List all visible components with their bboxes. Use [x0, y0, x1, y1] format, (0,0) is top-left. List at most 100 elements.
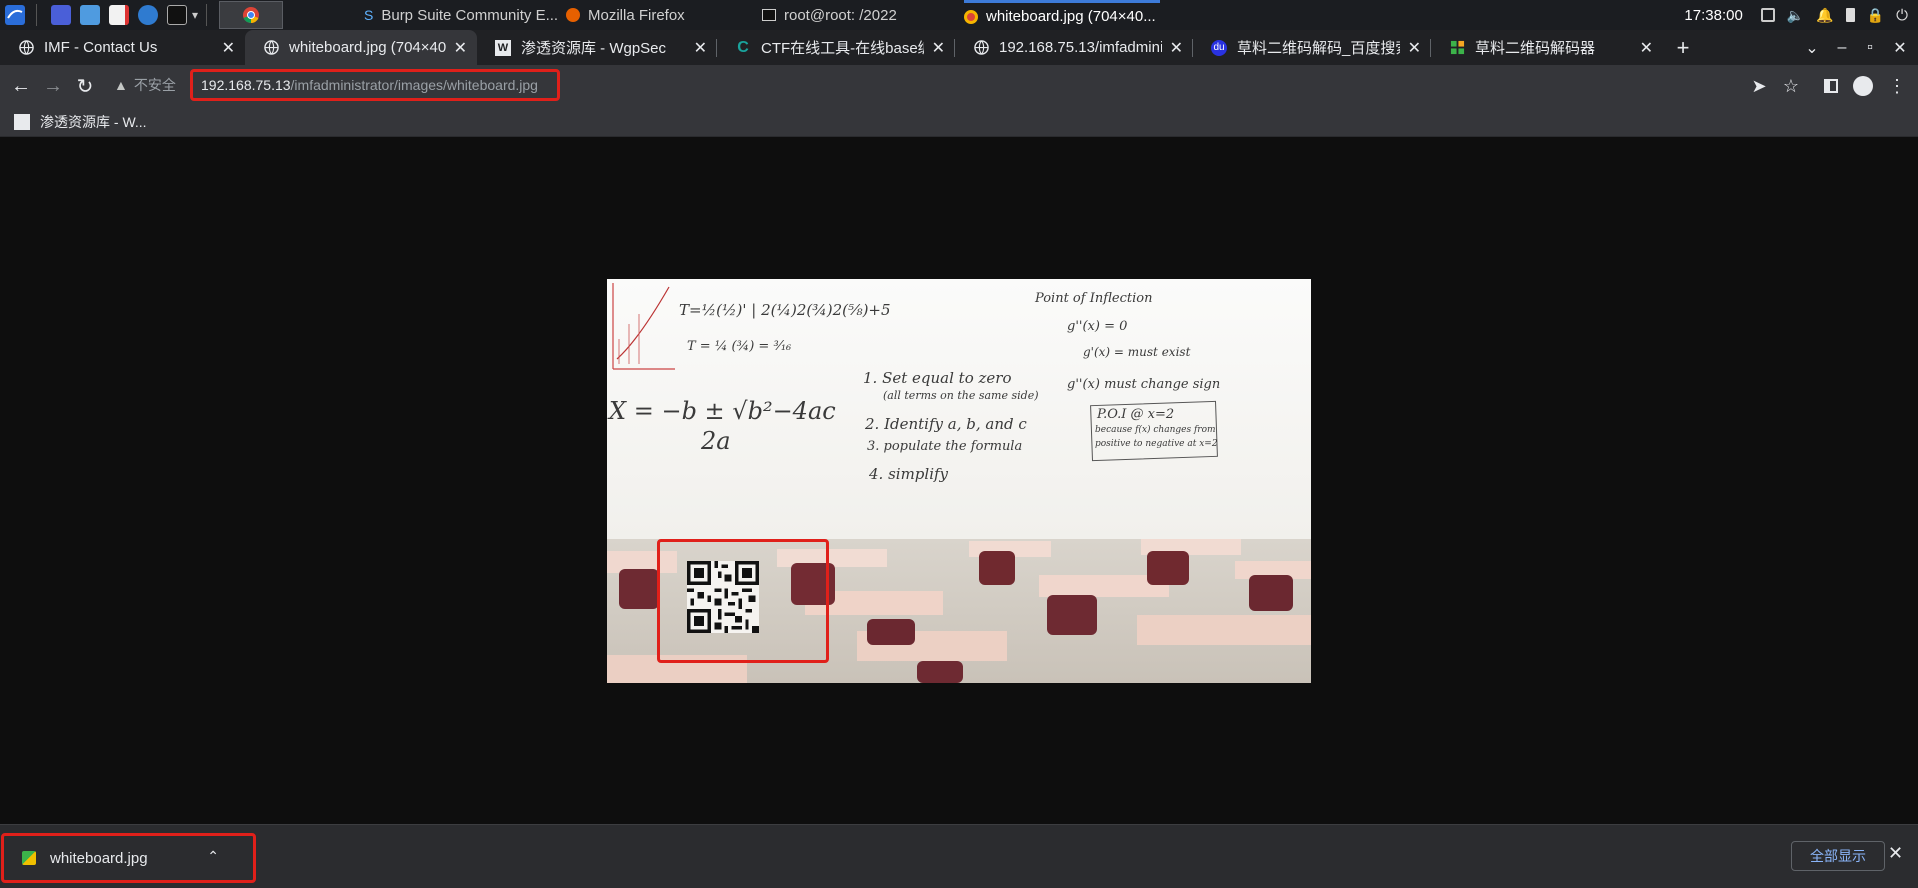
whiteboard-sketch-graph — [612, 283, 675, 370]
task-label: Mozilla Firefox — [588, 6, 685, 24]
download-shelf: whiteboard.jpg ⌃ 全部显示 ✕ — [0, 824, 1918, 888]
wb-line: 2. Identify a, b, and c — [865, 415, 1027, 433]
wb-line: g''(x) must change sign — [1067, 377, 1221, 392]
wgpsec-icon — [14, 113, 30, 130]
new-tab-button[interactable]: + — [1663, 30, 1703, 65]
wb-line: P.O.I @ x=2 — [1097, 407, 1175, 422]
wb-line: 1. Set equal to zero — [863, 369, 1012, 387]
firefox-icon — [566, 8, 580, 22]
volume-muted-icon[interactable]: 🔈 — [1787, 7, 1804, 24]
classroom-chair — [1047, 595, 1097, 635]
browser-launcher-icon[interactable] — [135, 2, 161, 28]
desktop-icon[interactable] — [48, 2, 74, 28]
image-file-icon — [22, 851, 36, 865]
wb-line: Point of Inflection — [1035, 291, 1153, 306]
wgpsec-icon: W — [495, 39, 511, 56]
clock[interactable]: 17:38:00 — [1684, 7, 1742, 24]
close-icon[interactable]: ✕ — [1170, 38, 1183, 58]
chrome-app-button[interactable] — [219, 1, 284, 29]
download-item-whiteboard[interactable]: whiteboard.jpg ⌃ — [1, 833, 256, 883]
menu-kebab-icon[interactable]: ⋮ — [1884, 73, 1910, 99]
classroom-chair — [979, 551, 1015, 585]
classroom-chair — [867, 619, 915, 645]
close-download-shelf-icon[interactable]: ✕ — [1888, 843, 1903, 864]
display-icon[interactable] — [1760, 8, 1775, 22]
task-label: root@root: /2022 — [784, 6, 897, 24]
browser-toolbar: ← → ↻ ▲ 不安全 192.168.75.13/imfadministrat… — [0, 65, 1918, 107]
task-label: Burp Suite Community E... — [381, 6, 559, 24]
tab-wgpsec[interactable]: W 渗透资源库 - WgpSec ✕ — [477, 30, 717, 65]
tab-cli-decoder[interactable]: 草料二维码解码器 ✕ — [1431, 30, 1663, 65]
side-panel-icon[interactable] — [1818, 73, 1844, 99]
window-close-icon[interactable]: ✕ — [1886, 30, 1914, 65]
burp-icon: S — [364, 7, 374, 23]
close-icon[interactable]: ✕ — [1408, 38, 1421, 58]
terminal-launcher-icon[interactable] — [164, 2, 190, 28]
show-all-downloads-button[interactable]: 全部显示 — [1791, 841, 1885, 871]
maximize-icon[interactable]: ▫ — [1856, 30, 1884, 65]
terminal-icon — [762, 9, 776, 21]
wb-line: g'(x) = must exist — [1083, 345, 1191, 359]
tab-whiteboard[interactable]: whiteboard.jpg (704×404 ✕ — [245, 30, 477, 65]
reload-icon[interactable]: ↻ — [72, 73, 98, 99]
close-icon[interactable]: ✕ — [222, 38, 235, 58]
wb-line: positive to negative at x=2 — [1095, 439, 1218, 449]
wb-line: T = ¼ (¾) = ³⁄₁₆ — [687, 339, 792, 354]
address-bar[interactable]: 192.168.75.13/imfadministrator/images/wh… — [190, 69, 560, 101]
task-burp-suite[interactable]: S Burp Suite Community E... — [364, 0, 560, 30]
notification-bell-icon[interactable]: 🔔 — [1816, 7, 1833, 24]
profile-avatar-icon[interactable] — [1850, 73, 1876, 99]
classroom-chair — [1249, 575, 1293, 611]
tab-search-chevron-icon[interactable]: ⌄ — [1798, 30, 1826, 65]
task-chrome-whiteboard[interactable]: whiteboard.jpg (704×40... — [964, 0, 1160, 30]
close-icon[interactable]: ✕ — [1640, 38, 1653, 58]
security-indicator[interactable]: ▲ 不安全 — [114, 75, 176, 95]
bookmark-wgpsec[interactable]: 渗透资源库 - W... — [40, 112, 147, 132]
back-arrow-icon[interactable]: ← — [8, 73, 34, 99]
download-filename: whiteboard.jpg — [50, 849, 148, 867]
chrome-icon — [964, 9, 978, 24]
launcher-dropdown-icon[interactable]: ▾ — [192, 8, 198, 22]
tab-label: 草料二维码解码器 — [1475, 40, 1596, 57]
tab-imf-contact[interactable]: IMF - Contact Us ✕ — [0, 30, 245, 65]
close-icon[interactable]: ✕ — [454, 38, 467, 58]
task-firefox[interactable]: Mozilla Firefox — [566, 0, 696, 30]
lock-icon[interactable]: 🔒 — [1867, 7, 1884, 24]
power-icon[interactable]: ⏻ — [1896, 7, 1908, 24]
battery-icon[interactable] — [1845, 8, 1855, 22]
tab-label: CTF在线工具-在线base编 — [761, 40, 924, 57]
minimize-icon[interactable]: – — [1828, 30, 1856, 65]
wb-line: 4. simplify — [869, 465, 949, 483]
tab-baidu-search[interactable]: du 草料二维码解码_百度搜索 ✕ — [1193, 30, 1431, 65]
wb-line: 2a — [701, 427, 731, 455]
globe-icon — [18, 40, 34, 56]
chevron-up-icon[interactable]: ⌃ — [207, 848, 219, 865]
url-host: 192.168.75.13 — [201, 77, 291, 93]
close-icon[interactable]: ✕ — [694, 38, 707, 58]
system-tray: 17:38:00 🔈 🔔 🔒 ⏻ — [1684, 0, 1918, 30]
task-label: whiteboard.jpg (704×40... — [986, 8, 1156, 25]
tab-imfadmin[interactable]: 192.168.75.13/imfadminis ✕ — [955, 30, 1193, 65]
file-manager-icon[interactable] — [77, 2, 103, 28]
text-editor-icon[interactable] — [106, 2, 132, 28]
kali-menu-icon[interactable] — [2, 2, 28, 28]
close-icon[interactable]: ✕ — [932, 38, 945, 58]
wb-line: 3. populate the formula — [867, 439, 1023, 454]
tab-ctf-tools[interactable]: C CTF在线工具-在线base编 ✕ — [717, 30, 955, 65]
forward-arrow-icon[interactable]: → — [40, 73, 66, 99]
send-icon[interactable]: ➤ — [1746, 73, 1772, 99]
cli-icon — [1449, 40, 1465, 56]
task-terminal[interactable]: root@root: /2022 — [762, 0, 912, 30]
tab-label: 192.168.75.13/imfadminis — [999, 39, 1162, 56]
globe-icon — [263, 40, 279, 56]
whiteboard-image[interactable]: T=½(½)' | 2(¼)2(¾)2(⅝)+5 T = ¼ (¾) = ³⁄₁… — [607, 279, 1311, 683]
bookmark-star-icon[interactable]: ☆ — [1778, 73, 1804, 99]
classroom-chair — [917, 661, 963, 683]
security-label: 不安全 — [133, 77, 176, 93]
classroom-chair — [1147, 551, 1189, 585]
qr-highlight-box — [657, 539, 829, 663]
page-viewport: T=½(½)' | 2(¼)2(¾)2(⅝)+5 T = ¼ (¾) = ³⁄₁… — [0, 137, 1918, 824]
chrome-icon — [243, 7, 260, 24]
os-taskbar: ▾ S Burp Suite Community E... Mozilla Fi… — [0, 0, 1918, 30]
wb-line: because f(x) changes from — [1095, 425, 1216, 435]
